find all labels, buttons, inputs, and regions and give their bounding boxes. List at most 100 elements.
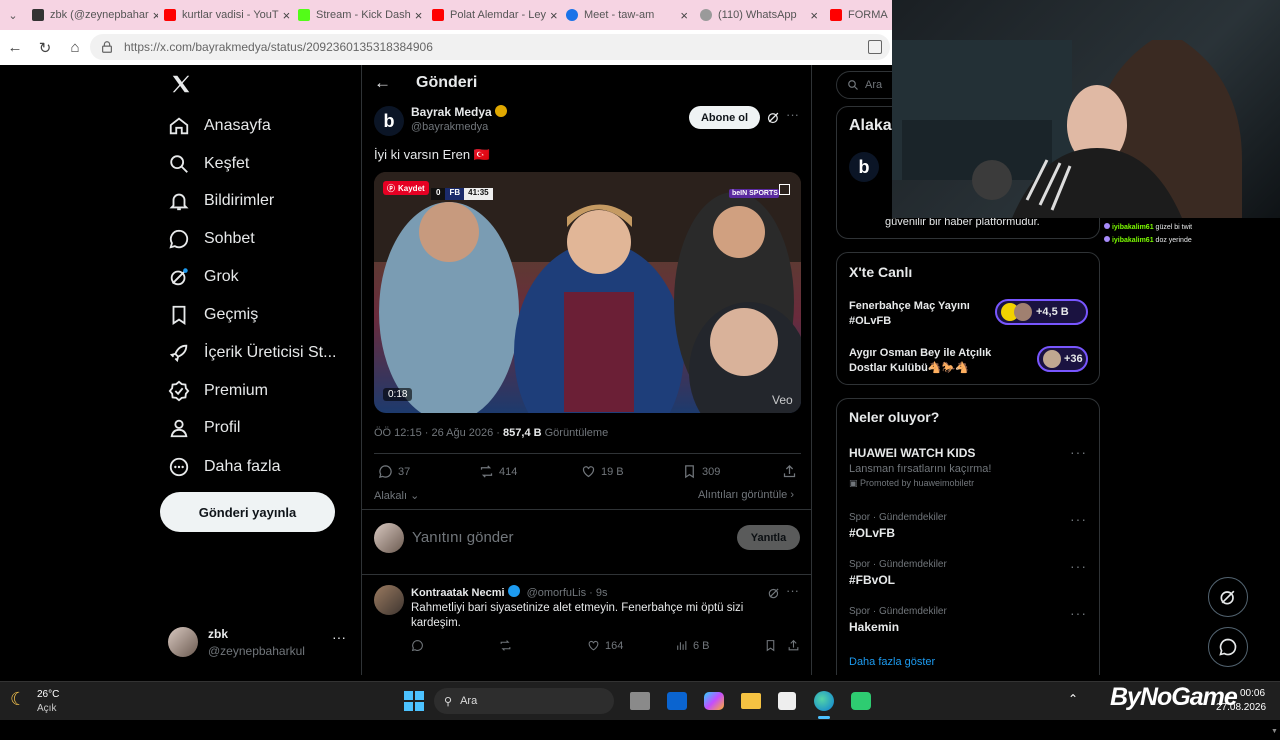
split-screen-icon[interactable] xyxy=(868,40,882,54)
edge-icon[interactable] xyxy=(814,691,834,711)
nav-label: Daha fazla xyxy=(204,458,281,475)
like-action[interactable]: 19 B xyxy=(581,464,624,479)
browser-tab[interactable]: zbk (@zeynepbahar × xyxy=(26,0,158,30)
grok-explain-icon[interactable] xyxy=(766,110,781,125)
share-action[interactable] xyxy=(782,464,802,479)
reply-input[interactable]: Yanıtını gönder xyxy=(412,529,513,546)
scroll-down-arrow-icon[interactable]: ▼ xyxy=(1271,728,1278,735)
close-tab-icon[interactable]: × xyxy=(149,8,158,23)
close-tab-icon[interactable]: × xyxy=(806,8,818,23)
youtube-favicon-icon xyxy=(432,9,444,21)
nav-item-chat[interactable]: Sohbet xyxy=(168,224,255,254)
trend-item[interactable]: Spor · Gündemdekiler #FBvOL xyxy=(849,559,1089,587)
trend-more-icon[interactable]: ··· xyxy=(1070,558,1087,574)
url-field[interactable]: https://x.com/bayrakmedya/status/2092360… xyxy=(90,34,890,60)
author-handle[interactable]: @bayrakmedya xyxy=(411,121,488,133)
author-name[interactable]: Bayrak Medya xyxy=(411,105,507,119)
bookmark-action[interactable]: 309 xyxy=(682,464,720,479)
windows-start-icon[interactable] xyxy=(404,691,424,711)
back-icon[interactable]: ← xyxy=(374,73,391,93)
live-listener-pill[interactable]: +4,5 B xyxy=(995,299,1088,325)
close-tab-icon[interactable]: × xyxy=(411,8,423,23)
account-switcher[interactable]: zbk @zeynepbaharkul ··· xyxy=(168,625,358,665)
clock-date[interactable]: 27.08.2026 xyxy=(1216,702,1266,713)
author-avatar[interactable]: b xyxy=(374,106,404,136)
live-listener-pill[interactable]: +36 xyxy=(1037,346,1088,372)
nav-item-creator-studio[interactable]: İçerik Üreticisi St... xyxy=(168,338,336,368)
weather-widget[interactable]: ☾ 26°C Açık xyxy=(10,687,90,717)
reload-icon[interactable]: ↻ xyxy=(30,33,60,63)
browser-tab[interactable]: Meet - taw-am × xyxy=(560,0,694,30)
repost-action[interactable]: 414 xyxy=(479,464,517,479)
close-tab-icon[interactable]: × xyxy=(546,8,558,23)
share-action[interactable] xyxy=(787,639,805,652)
subscribe-button[interactable]: Abone ol xyxy=(689,106,760,129)
browser-tab[interactable]: FORMA xyxy=(824,0,894,30)
site-info-icon[interactable] xyxy=(100,40,114,54)
nav-item-grok[interactable]: Grok xyxy=(168,262,239,292)
close-tab-icon[interactable]: × xyxy=(676,8,688,23)
show-more-link[interactable]: Daha fazla göster xyxy=(849,656,935,668)
x-logo-icon[interactable] xyxy=(170,73,192,95)
trend-more-icon[interactable]: ··· xyxy=(1070,511,1087,527)
trend-more-icon[interactable]: ··· xyxy=(1070,444,1087,460)
grok-fab[interactable] xyxy=(1208,577,1248,617)
account-more-icon[interactable]: ··· xyxy=(332,629,346,645)
nav-item-bookmarks[interactable]: Geçmiş xyxy=(168,300,258,330)
fullscreen-icon[interactable] xyxy=(779,184,790,195)
meet-favicon-icon xyxy=(566,9,578,21)
grok-explain-icon[interactable] xyxy=(767,586,781,600)
browser-tab[interactable]: kurtlar vadisi - YouT × xyxy=(158,0,292,30)
game-launcher-icon[interactable] xyxy=(851,692,871,710)
tray-chevron-icon[interactable]: ⌃ xyxy=(1068,692,1078,706)
heart-icon xyxy=(588,640,599,651)
close-tab-icon[interactable]: × xyxy=(279,8,291,23)
trend-item[interactable]: Spor · Gündemdekiler #OLvFB xyxy=(849,512,1089,540)
nav-item-notifications[interactable]: Bildirimler xyxy=(168,186,274,216)
like-action[interactable]: 164 xyxy=(587,639,623,652)
webcam-overlay xyxy=(892,0,1280,218)
nav-item-profile[interactable]: Profil xyxy=(168,413,240,443)
live-space-item[interactable]: Aygır Osman Bey ile Atçılık Dostlar Kulü… xyxy=(849,346,1091,378)
home-button-icon[interactable]: ⌂ xyxy=(60,33,90,63)
views-action[interactable]: 6 B xyxy=(675,639,710,652)
view-quotes-link[interactable]: Alıntıları görüntüle › xyxy=(698,489,794,501)
reply-tweet[interactable]: Kontraatak Necmi @omorfuLis · 9s ··· Rah… xyxy=(362,575,811,667)
nav-item-explore[interactable]: Keşfet xyxy=(168,149,249,179)
nav-item-premium[interactable]: Premium xyxy=(168,376,268,406)
reply-action[interactable]: 37 xyxy=(378,464,410,479)
live-space-item[interactable]: Fenerbahçe Maç Yayını #OLvFB +4,5 B xyxy=(849,299,1091,331)
promoted-trend[interactable]: HUAWEI WATCH KIDS Lansman fırsatlarını k… xyxy=(849,446,1089,489)
copilot-icon[interactable] xyxy=(704,692,724,710)
store-icon[interactable] xyxy=(778,692,796,710)
outlook-icon[interactable] xyxy=(667,692,687,710)
sort-relevant-dropdown[interactable]: Alakalı ⌄ xyxy=(374,489,419,502)
author-avatar[interactable]: b xyxy=(849,152,879,182)
messages-fab[interactable] xyxy=(1208,627,1248,667)
reply-submit-button[interactable]: Yanıtla xyxy=(737,525,800,550)
stream-chat-overlay: iyibakalim61 güzel bi twit iyibakalim61 … xyxy=(1100,218,1280,278)
file-explorer-icon[interactable] xyxy=(741,693,761,709)
post-more-icon[interactable]: ··· xyxy=(786,107,799,122)
clock-time[interactable]: 00:06 xyxy=(1240,688,1265,699)
trend-item[interactable]: Spor · Gündemdekiler Hakemin xyxy=(849,606,1089,634)
video-player[interactable]: ⓟ Kaydet 0 FB 41:35 beIN SPORTS 0:18 Veo xyxy=(374,172,801,413)
reply-more-icon[interactable]: ··· xyxy=(786,583,799,598)
taskbar-search[interactable]: ⚲ Ara xyxy=(434,688,614,714)
task-view-icon[interactable] xyxy=(630,692,650,710)
reply-action[interactable] xyxy=(411,639,429,652)
browser-tab[interactable]: Polat Alemdar - Ley × xyxy=(426,0,560,30)
back-arrow-icon[interactable]: ← xyxy=(0,33,30,63)
chat-icon xyxy=(1219,638,1237,656)
bookmark-action[interactable] xyxy=(764,639,782,652)
trend-more-icon[interactable]: ··· xyxy=(1070,605,1087,621)
post-button[interactable]: Gönderi yayınla xyxy=(160,492,335,532)
tab-menu-chevron-icon[interactable]: ⌄ xyxy=(0,9,26,22)
nav-item-more[interactable]: Daha fazla xyxy=(168,452,281,482)
divider xyxy=(374,453,801,454)
repost-action[interactable] xyxy=(499,639,517,652)
browser-tab[interactable]: Stream - Kick Dash × xyxy=(292,0,426,30)
save-pin-button[interactable]: ⓟ Kaydet xyxy=(383,181,429,195)
browser-tab[interactable]: (110) WhatsApp × xyxy=(694,0,824,30)
nav-item-home[interactable]: Anasayfa xyxy=(168,111,271,141)
